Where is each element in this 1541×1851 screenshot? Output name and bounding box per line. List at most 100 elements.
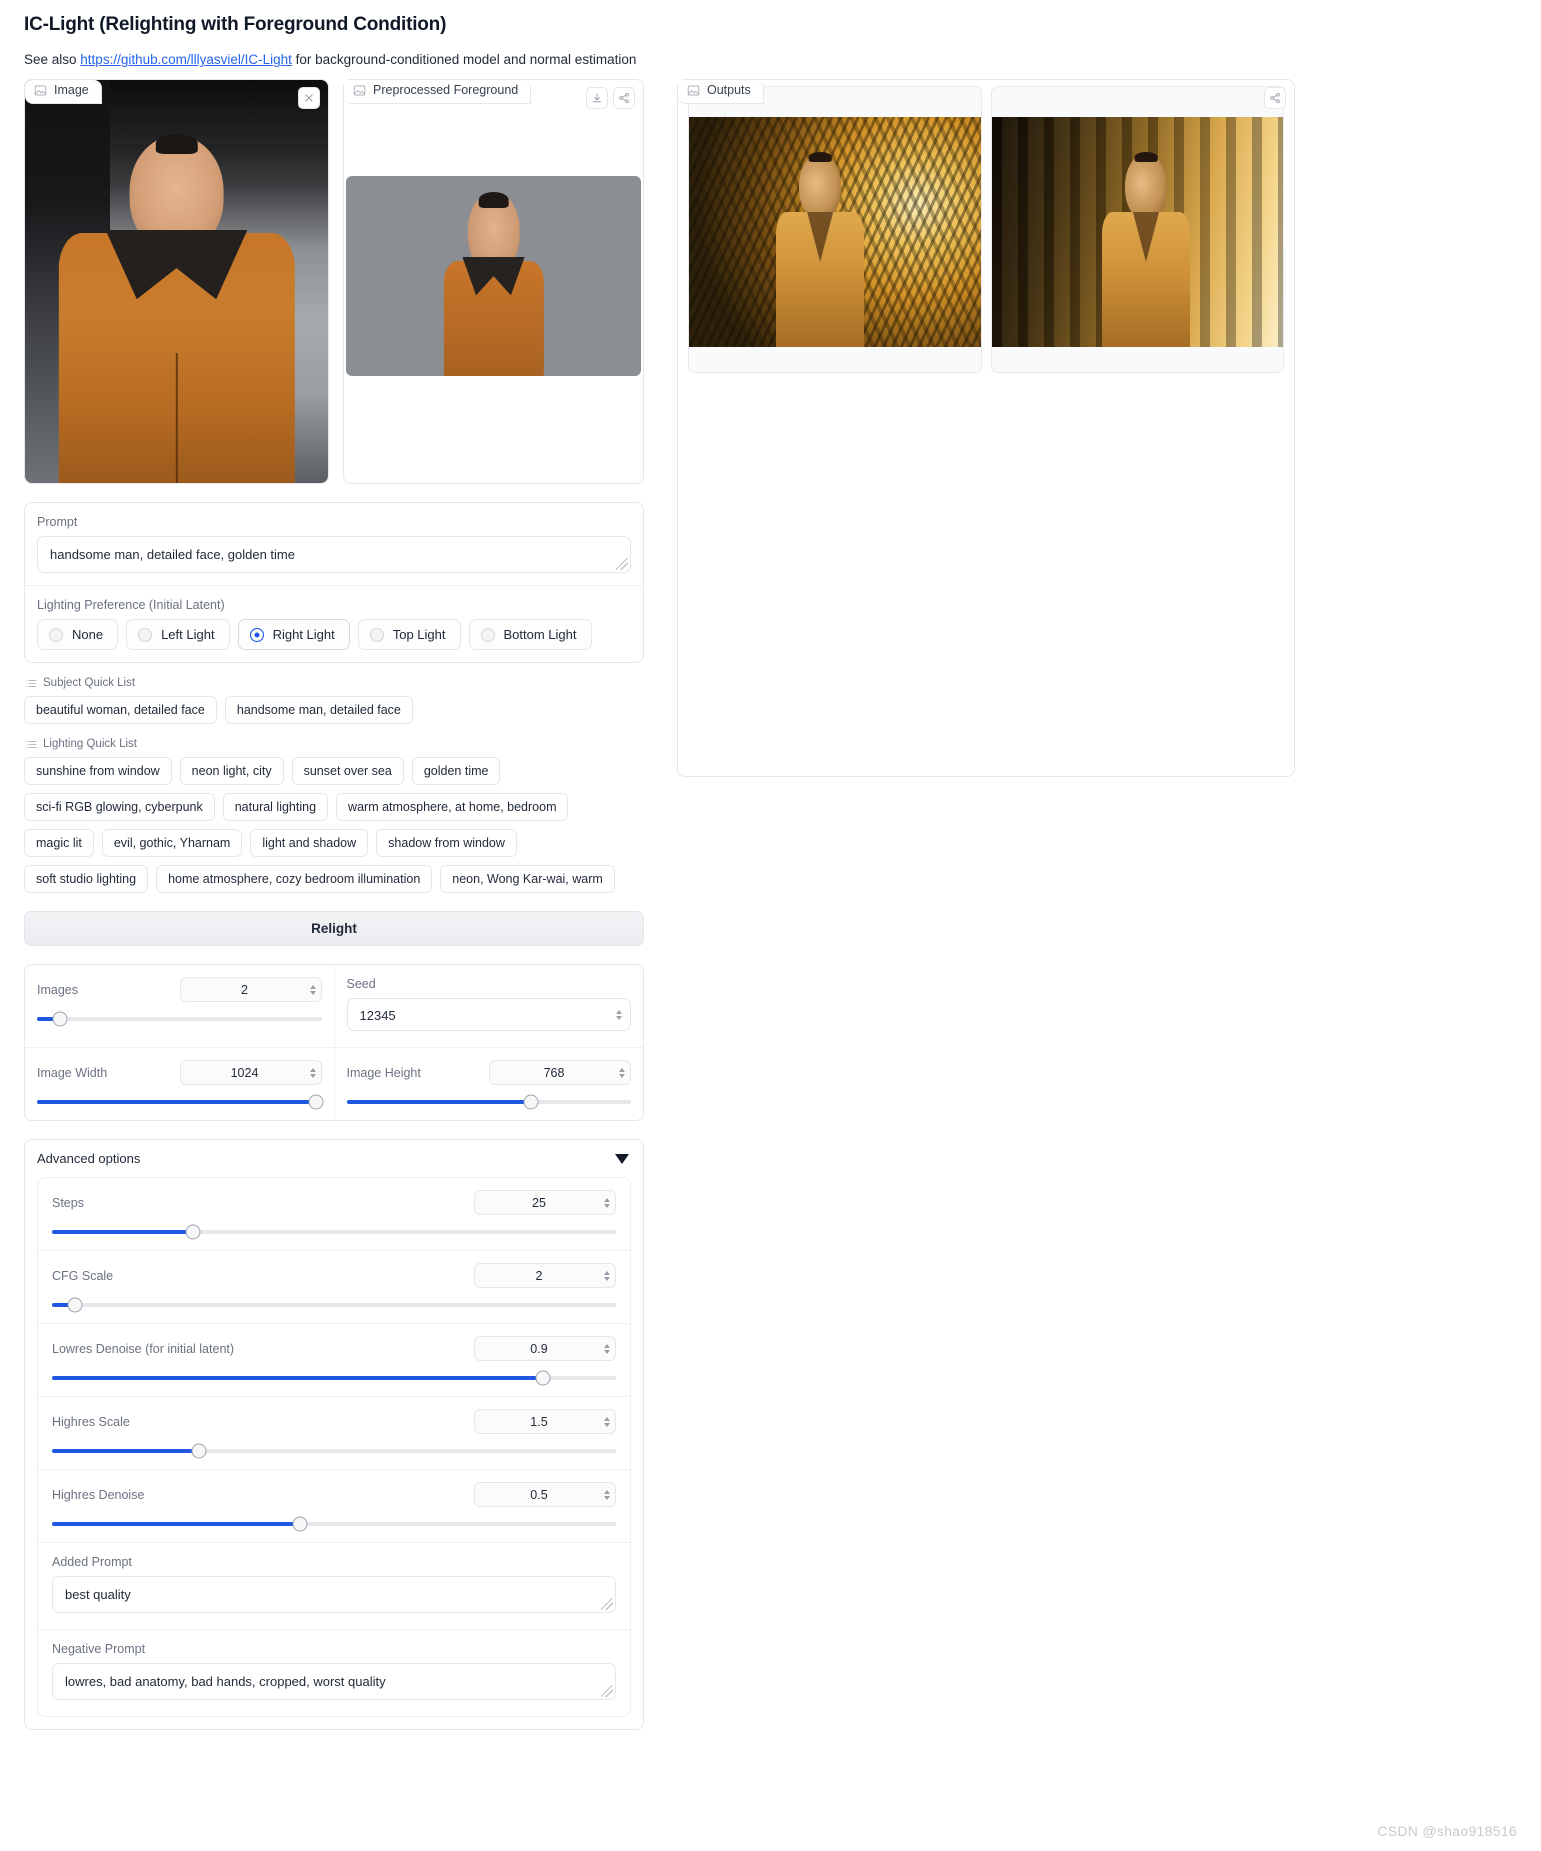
output-image-2: [991, 117, 1283, 347]
share-foreground-button[interactable]: [613, 87, 635, 109]
negative-prompt-resize-handle[interactable]: [601, 1685, 613, 1697]
highres-denoise-number-input[interactable]: 0.5: [474, 1482, 616, 1507]
added-prompt-value: best quality: [65, 1587, 131, 1602]
image-height-number-input[interactable]: 768: [489, 1060, 631, 1085]
radio-top-light[interactable]: Top Light: [357, 619, 461, 650]
lighting-chip[interactable]: neon light, city: [179, 757, 284, 785]
image-height-label: Image Height: [346, 1065, 421, 1080]
lighting-chip[interactable]: neon, Wong Kar-wai, warm: [440, 865, 615, 893]
image-width-label: Image Width: [37, 1065, 108, 1080]
lighting-chip[interactable]: warm atmosphere, at home, bedroom: [336, 793, 569, 821]
images-number-input[interactable]: 2: [179, 977, 322, 1002]
cfg-scale-value: 2: [535, 1268, 543, 1283]
prompt-input[interactable]: handsome man, detailed face, golden time: [37, 536, 631, 573]
negative-prompt-input[interactable]: lowres, bad anatomy, bad hands, cropped,…: [52, 1663, 616, 1700]
image-placeholder-icon: [687, 85, 700, 96]
radio-dot: [369, 627, 384, 642]
highres-denoise-slider-knob[interactable]: [292, 1516, 308, 1532]
images-slider-knob[interactable]: [52, 1011, 68, 1027]
image-height-slider-head: Image Height 768: [346, 1060, 631, 1085]
highres-denoise-slider-track[interactable]: [52, 1516, 616, 1532]
lighting-chip[interactable]: sci-fi RGB glowing, cyberpunk: [24, 793, 215, 821]
stepper-icon[interactable]: [616, 1009, 622, 1020]
chevron-down-icon[interactable]: [615, 1153, 629, 1164]
seed-input[interactable]: 12345: [346, 998, 631, 1031]
steps-slider-track[interactable]: [52, 1224, 616, 1240]
radio-left-light[interactable]: Left Light: [126, 619, 230, 650]
stepper-icon[interactable]: [604, 1416, 610, 1427]
advanced-options-toggle[interactable]: Advanced options: [25, 1140, 643, 1177]
negative-prompt-value: lowres, bad anatomy, bad hands, cropped,…: [65, 1674, 386, 1689]
negative-prompt-label: Negative Prompt: [52, 1642, 146, 1656]
highres-scale-slider-knob[interactable]: [191, 1443, 207, 1459]
right-column: Outputs: [677, 79, 1295, 777]
steps-slider-knob[interactable]: [185, 1224, 201, 1240]
lighting-chip[interactable]: golden time: [411, 757, 501, 785]
page-header: IC-Light (Relighting with Foreground Con…: [0, 0, 1541, 67]
lighting-chip[interactable]: shadow from window: [376, 829, 517, 857]
output-thumbnail-2[interactable]: [990, 86, 1284, 373]
image-width-number-input[interactable]: 1024: [179, 1060, 322, 1085]
share-icon: [619, 92, 629, 104]
lighting-chip[interactable]: sunshine from window: [24, 757, 172, 785]
lowres-denoise-number-input[interactable]: 0.9: [474, 1336, 616, 1361]
preprocessed-foreground-panel[interactable]: Preprocessed Foreground: [343, 79, 644, 484]
stepper-icon[interactable]: [619, 1067, 625, 1078]
lighting-chip[interactable]: evil, gothic, Yharnam: [101, 829, 243, 857]
highres-scale-slider: Highres Scale 1.5: [38, 1396, 630, 1469]
stepper-icon[interactable]: [604, 1270, 610, 1281]
list-icon: [26, 740, 37, 748]
stepper-icon[interactable]: [604, 1343, 610, 1354]
lighting-chip[interactable]: sunset over sea: [291, 757, 404, 785]
stepper-icon[interactable]: [604, 1197, 610, 1208]
outputs-panel[interactable]: Outputs: [677, 79, 1295, 777]
input-image-tools: [298, 87, 320, 109]
prompt-resize-handle[interactable]: [616, 558, 628, 570]
input-image-panel[interactable]: Image: [24, 79, 329, 484]
highres-scale-slider-track[interactable]: [52, 1443, 616, 1459]
stepper-icon[interactable]: [309, 984, 316, 995]
subject-chip[interactable]: beautiful woman, detailed face: [24, 696, 217, 724]
image-height-slider-knob[interactable]: [523, 1094, 539, 1110]
radio-bottom-light[interactable]: Bottom Light: [468, 619, 592, 650]
subject-chip[interactable]: handsome man, detailed face: [224, 696, 413, 724]
lighting-chip[interactable]: magic lit: [24, 829, 94, 857]
download-foreground-button[interactable]: [586, 87, 608, 109]
output-thumbnail-1[interactable]: [688, 86, 982, 373]
added-prompt-resize-handle[interactable]: [601, 1598, 613, 1610]
cfg-scale-slider-track[interactable]: [52, 1297, 616, 1313]
cfg-scale-slider-knob[interactable]: [67, 1297, 83, 1313]
lighting-chip[interactable]: light and shadow: [250, 829, 369, 857]
stepper-icon[interactable]: [604, 1489, 610, 1500]
lowres-denoise-slider-track[interactable]: [52, 1370, 616, 1386]
added-prompt-input[interactable]: best quality: [52, 1576, 616, 1613]
basic-settings-card: Images 2 Seed 12345 Image Width 1024 Ima…: [24, 964, 644, 1121]
lighting-chip[interactable]: home atmosphere, cozy bedroom illuminati…: [156, 865, 433, 893]
advanced-options-card: Advanced options Steps 25 CFG Scale 2 Lo…: [24, 1139, 644, 1730]
cfg-scale-number-input[interactable]: 2: [474, 1263, 616, 1288]
image-height-slider-track[interactable]: [346, 1094, 631, 1110]
highres-scale-number-input[interactable]: 1.5: [474, 1409, 616, 1434]
highres-scale-label: Highres Scale: [52, 1414, 130, 1429]
ic-light-github-link[interactable]: https://github.com/lllyasviel/IC-Light: [80, 52, 292, 67]
lowres-denoise-slider-knob[interactable]: [535, 1370, 551, 1386]
steps-number-input[interactable]: 25: [474, 1190, 616, 1215]
share-outputs-button[interactable]: [1264, 87, 1286, 109]
radio-right-light[interactable]: Right Light: [237, 619, 350, 650]
image-width-slider-track[interactable]: [37, 1094, 324, 1110]
image-width-slider-knob[interactable]: [308, 1094, 324, 1110]
prompt-card: Prompt handsome man, detailed face, gold…: [24, 502, 644, 663]
output-image-1: [689, 117, 981, 347]
image-width-value: 1024: [230, 1065, 259, 1080]
radio-dot: [480, 627, 495, 642]
images-slider-track[interactable]: [37, 1011, 322, 1027]
lighting-chip[interactable]: natural lighting: [222, 793, 329, 821]
lighting-chip[interactable]: soft studio lighting: [24, 865, 149, 893]
stepper-icon[interactable]: [309, 1067, 316, 1078]
foreground-preview: [346, 176, 641, 376]
relight-button[interactable]: Relight: [24, 911, 644, 946]
input-image-label-text: Image: [54, 83, 89, 97]
clear-image-button[interactable]: [298, 87, 320, 109]
radio-none[interactable]: None: [37, 619, 119, 650]
close-icon: [305, 94, 313, 102]
